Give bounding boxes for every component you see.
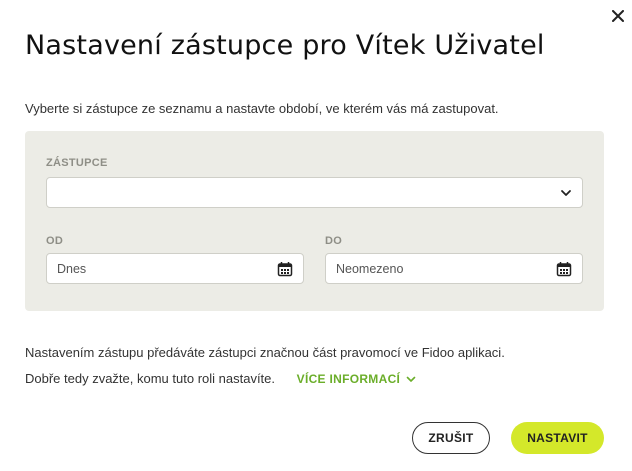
form-panel: ZÁSTUPCE OD DO	[25, 131, 604, 311]
from-date-input[interactable]	[47, 254, 262, 283]
more-info-link[interactable]: VÍCE INFORMACÍ	[297, 372, 417, 386]
intro-text: Vyberte si zástupce ze seznamu a nastavt…	[25, 101, 499, 116]
chevron-down-icon	[406, 376, 416, 382]
submit-button[interactable]: NASTAVIT	[511, 422, 604, 454]
substitute-select[interactable]	[46, 177, 583, 208]
to-date-field[interactable]	[325, 253, 583, 284]
note-line-1: Nastavením zástupu předáváte zástupci zn…	[25, 345, 505, 360]
to-label: DO	[325, 235, 343, 247]
note-line-2-text: Dobře tedy zvažte, komu tuto roli nastav…	[25, 371, 276, 386]
dialog-title: Nastavení zástupce pro Vítek Uživatel	[25, 30, 545, 61]
calendar-icon[interactable]	[556, 261, 572, 277]
to-date-input[interactable]	[326, 254, 541, 283]
substitute-label: ZÁSTUPCE	[46, 157, 108, 169]
from-label: OD	[46, 235, 64, 247]
from-date-field[interactable]	[46, 253, 304, 284]
close-icon	[612, 10, 624, 22]
more-info-label: VÍCE INFORMACÍ	[296, 372, 401, 386]
substitute-input[interactable]	[47, 178, 485, 207]
calendar-icon[interactable]	[277, 261, 293, 277]
cancel-button[interactable]: ZRUŠIT	[412, 422, 490, 454]
close-button[interactable]	[604, 2, 632, 30]
note-line-2: Dobře tedy zvažte, komu tuto roli nastav…	[25, 371, 416, 386]
chevron-down-icon	[560, 189, 572, 197]
